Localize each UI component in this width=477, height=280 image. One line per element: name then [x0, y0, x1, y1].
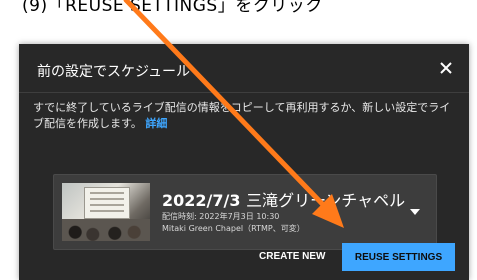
close-icon[interactable]: [439, 61, 453, 75]
stream-time: 配信時刻: 2022年7月3日 10:30: [162, 212, 280, 221]
chevron-down-icon[interactable]: [410, 209, 420, 215]
create-new-button[interactable]: CREATE NEW: [251, 244, 333, 270]
divider: [19, 92, 469, 93]
description-text: すでに終了しているライブ配信の情報をコピーして再利用するか、新しい設定でライブ配…: [33, 101, 451, 130]
previous-stream-select[interactable]: 2022/7/3 三滝グリーンチャペル 配信時刻: 2022年7月3日 10:3…: [53, 174, 437, 250]
dialog-description: すでに終了しているライブ配信の情報をコピーして再利用するか、新しい設定でライブ配…: [33, 100, 453, 132]
reuse-settings-button[interactable]: REUSE SETTINGS: [342, 243, 455, 271]
stream-subtitle: Mitaki Green Chapel（RTMP、可変）: [162, 224, 305, 233]
schedule-dialog: 前の設定でスケジュール すでに終了しているライブ配信の情報をコピーして再利用する…: [19, 44, 469, 280]
details-link[interactable]: 詳細: [145, 117, 167, 130]
dialog-header: 前の設定でスケジュール: [19, 44, 469, 88]
stream-thumbnail: [62, 183, 150, 241]
stream-title: 2022/7/3 三滝グリーンチャペル: [162, 191, 406, 210]
dialog-title: 前の設定でスケジュール: [37, 64, 191, 80]
instruction-caption: (9)「REUSE SETTINGS」をクリック: [22, 0, 323, 16]
